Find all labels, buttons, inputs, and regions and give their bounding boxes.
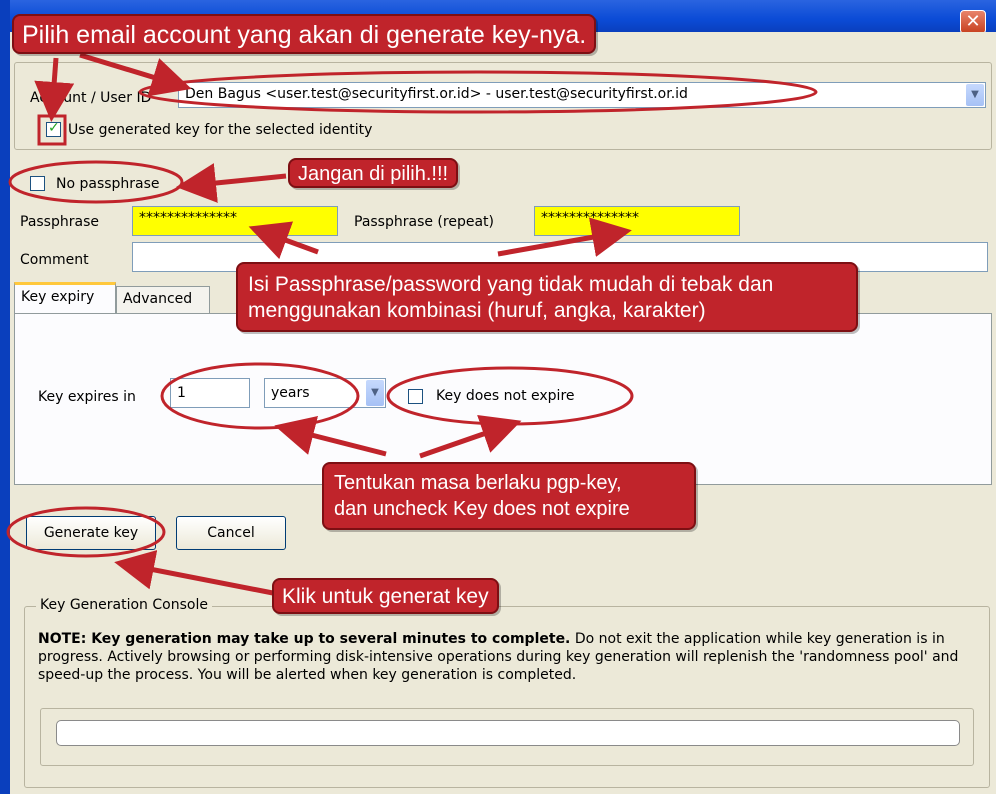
expiry-amount-highlight: [160, 362, 360, 430]
callout-pilih-email: Pilih email account yang akan di generat…: [12, 14, 597, 54]
no-passphrase-highlight: [8, 160, 184, 204]
arrow-to-no-passphrase: [176, 163, 287, 203]
arrow-to-expiry-amount: [274, 416, 387, 457]
callout-expiry-line2: dan uncheck Key does not expire: [334, 498, 630, 520]
callout-klik-generate: Klik untuk generat key: [272, 578, 499, 614]
arrow-to-passphrase-repeat: [497, 217, 632, 257]
annotation-overlay: [6, 52, 818, 597]
callout-expiry-tip: Tentukan masa berlaku pgp-key, dan unche…: [322, 462, 696, 530]
key-not-expire-highlight: [386, 366, 634, 426]
checkbox-highlight: [37, 114, 67, 146]
arrow-to-passphrase: [248, 221, 319, 260]
arrow-to-generate-key: [114, 550, 279, 597]
callout-passphrase-line1: Isi Passphrase/password yang tidak mudah…: [248, 273, 774, 296]
callout-passphrase-line2: menggunakan kombinasi (huruf, angka, kar…: [248, 299, 706, 322]
arrow-to-key-not-expire: [419, 414, 522, 459]
callout-passphrase-tip: Isi Passphrase/password yang tidak mudah…: [236, 262, 858, 332]
callout-expiry-line1: Tentukan masa berlaku pgp-key,: [334, 472, 622, 494]
generate-key-highlight: [6, 506, 166, 558]
callout-jangan: Jangan di pilih.!!!: [288, 158, 459, 188]
arrow-to-checkbox: [34, 57, 75, 122]
account-highlight: [138, 70, 818, 114]
arrow-to-account: [79, 52, 192, 97]
